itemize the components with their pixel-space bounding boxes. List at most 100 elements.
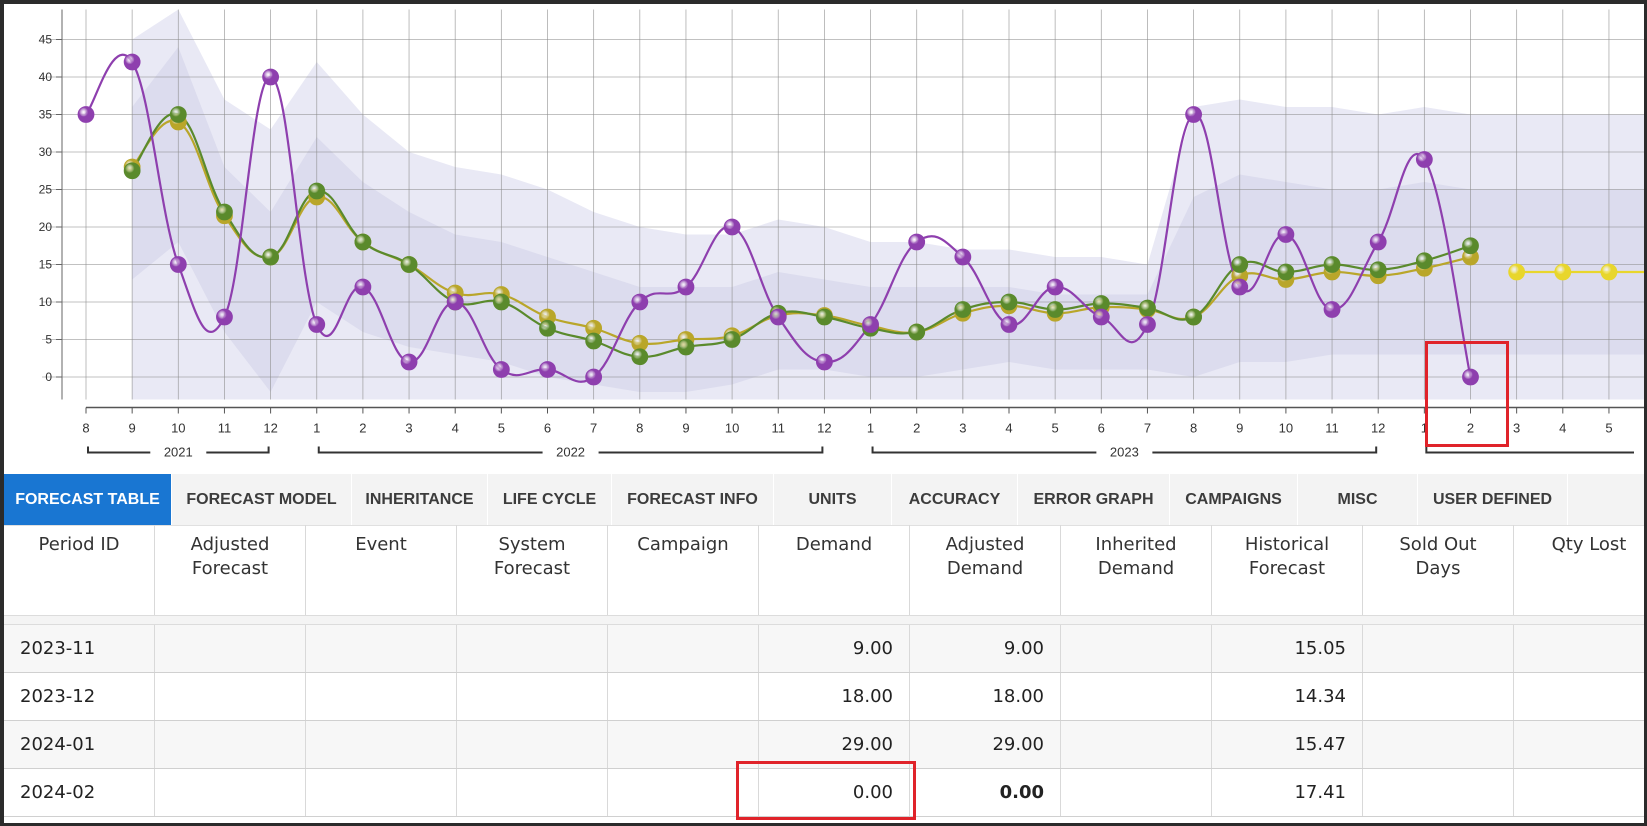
- cell-empty[interactable]: [1514, 625, 1644, 672]
- forecast-chart: 0 5 10 15 20 25 30 35 40 45 8 9 10 11 12 1 2 3 4 5 6 7 8 9 10 11 1…: [4, 4, 1644, 466]
- cell-empty[interactable]: [155, 673, 306, 720]
- cell-empty[interactable]: [306, 769, 457, 816]
- cell-adjusted-demand[interactable]: 0.00: [910, 769, 1061, 816]
- table-row[interactable]: 2023-12 18.00 18.00 14.34: [4, 673, 1644, 721]
- data-point-demand: [539, 361, 556, 378]
- data-point-system-forecast: [1462, 237, 1479, 255]
- year-bracket: [1152, 446, 1378, 454]
- table-row[interactable]: 2023-11 9.00 9.00 15.05: [4, 625, 1644, 673]
- cell-empty[interactable]: [457, 769, 608, 816]
- cell-adjusted-demand[interactable]: 9.00: [910, 625, 1061, 672]
- tab-campaigns[interactable]: CAMPAIGNS: [1170, 474, 1298, 525]
- tab-inheritance[interactable]: INHERITANCE: [352, 474, 488, 525]
- data-point-demand: [1277, 226, 1295, 243]
- column-header-qty-lost[interactable]: Qty Lost: [1514, 525, 1644, 615]
- data-point-system-forecast: [1185, 308, 1202, 326]
- cell-period[interactable]: 2024-02: [4, 769, 155, 816]
- column-header-system-forecast[interactable]: System Forecast: [457, 525, 608, 615]
- cell-historical-forecast[interactable]: 15.05: [1212, 625, 1363, 672]
- cell-adjusted-demand[interactable]: 29.00: [910, 721, 1061, 768]
- data-point-demand: [631, 293, 649, 311]
- cell-empty[interactable]: [608, 673, 759, 720]
- cell-empty[interactable]: [1363, 721, 1514, 768]
- cell-empty[interactable]: [1061, 721, 1212, 768]
- cell-historical-forecast[interactable]: 14.34: [1212, 673, 1363, 720]
- x-tick-label: 7: [1144, 421, 1151, 436]
- cell-empty[interactable]: [1363, 673, 1514, 720]
- year-bracket: [871, 446, 1097, 454]
- data-point-demand: [954, 248, 972, 266]
- y-tick-label: 35: [39, 108, 53, 122]
- column-header-inherited-demand[interactable]: Inherited Demand: [1061, 525, 1212, 615]
- y-tick-label: 0: [45, 370, 52, 384]
- cell-empty[interactable]: [1061, 769, 1212, 816]
- cell-empty[interactable]: [1061, 673, 1212, 720]
- cell-empty[interactable]: [457, 673, 608, 720]
- cell-empty[interactable]: [306, 673, 457, 720]
- x-tick-label: 12: [817, 421, 831, 436]
- tab-misc[interactable]: MISC: [1298, 474, 1418, 525]
- tab-user-defined[interactable]: USER DEFINED: [1418, 474, 1568, 525]
- cell-empty[interactable]: [155, 625, 306, 672]
- x-tick-label: 9: [682, 421, 689, 436]
- x-tick-label: 12: [263, 421, 277, 436]
- x-tick-label: 3: [1513, 421, 1520, 436]
- x-tick-label: 11: [1325, 421, 1339, 436]
- tab-forecast-info[interactable]: FORECAST INFO: [612, 474, 774, 525]
- cell-empty[interactable]: [306, 721, 457, 768]
- x-tick-label: 8: [636, 421, 643, 436]
- data-point-demand: [123, 53, 141, 71]
- cell-historical-forecast[interactable]: 15.47: [1212, 721, 1363, 768]
- cell-empty[interactable]: [1363, 625, 1514, 672]
- tab-units[interactable]: UNITS: [774, 474, 892, 525]
- cell-empty[interactable]: [1363, 769, 1514, 816]
- tab-accuracy[interactable]: ACCURACY: [892, 474, 1018, 525]
- data-point-system-forecast: [816, 308, 833, 326]
- column-header-event[interactable]: Event: [306, 525, 457, 615]
- tab-life-cycle[interactable]: LIFE CYCLE: [488, 474, 612, 525]
- cell-historical-forecast[interactable]: 17.41: [1212, 769, 1363, 816]
- tab-error-graph[interactable]: ERROR GRAPH: [1018, 474, 1170, 525]
- data-point-demand: [816, 353, 833, 371]
- cell-demand[interactable]: 9.00: [759, 625, 910, 672]
- column-header-adjusted-forecast[interactable]: Adjusted Forecast: [155, 525, 306, 615]
- x-tick-label: 10: [725, 421, 739, 436]
- cell-empty[interactable]: [608, 625, 759, 672]
- data-point-system-forecast: [262, 248, 280, 266]
- cell-empty[interactable]: [457, 721, 608, 768]
- x-tick-label: 5: [1605, 421, 1612, 436]
- x-tick-label: 1: [313, 421, 320, 436]
- year-label: 2023: [1110, 445, 1139, 460]
- cell-empty[interactable]: [155, 769, 306, 816]
- data-point-system-forecast: [585, 332, 603, 350]
- cell-period[interactable]: 2023-12: [4, 673, 155, 720]
- tab-forecast-model[interactable]: FORECAST MODEL: [172, 474, 352, 525]
- cell-empty[interactable]: [1514, 673, 1644, 720]
- cell-empty[interactable]: [155, 721, 306, 768]
- column-header-sold-out-days[interactable]: Sold Out Days: [1363, 525, 1514, 615]
- column-header-historical-forecast[interactable]: Historical Forecast: [1212, 525, 1363, 615]
- cell-period[interactable]: 2024-01: [4, 721, 155, 768]
- data-point-system-forecast: [723, 331, 741, 348]
- column-header-period-id[interactable]: Period ID: [4, 525, 155, 615]
- column-header-campaign[interactable]: Campaign: [608, 525, 759, 615]
- tab-forecast-table[interactable]: FORECAST TABLE: [4, 474, 172, 525]
- x-tick-label: 6: [544, 421, 551, 436]
- data-point-system-forecast: [1139, 299, 1156, 317]
- x-tick-label: 4: [452, 421, 459, 436]
- cell-empty[interactable]: [1061, 625, 1212, 672]
- year-label: 2022: [556, 445, 585, 460]
- cell-demand[interactable]: 18.00: [759, 673, 910, 720]
- column-header-demand[interactable]: Demand: [759, 525, 910, 615]
- column-header-adjusted-demand[interactable]: Adjusted Demand: [910, 525, 1061, 615]
- cell-empty[interactable]: [306, 625, 457, 672]
- cell-empty[interactable]: [1514, 721, 1644, 768]
- cell-adjusted-demand[interactable]: 18.00: [910, 673, 1061, 720]
- data-point-demand: [1369, 233, 1387, 251]
- y-tick-label: 5: [45, 333, 52, 347]
- cell-empty[interactable]: [457, 625, 608, 672]
- cell-period[interactable]: 2023-11: [4, 625, 155, 672]
- data-point-demand: [862, 316, 879, 333]
- cell-empty[interactable]: [1514, 769, 1644, 816]
- forecast-panel: 0 5 10 15 20 25 30 35 40 45 8 9 10 11 12 1 2 3 4 5 6 7 8 9 10 11 1…: [4, 4, 1644, 823]
